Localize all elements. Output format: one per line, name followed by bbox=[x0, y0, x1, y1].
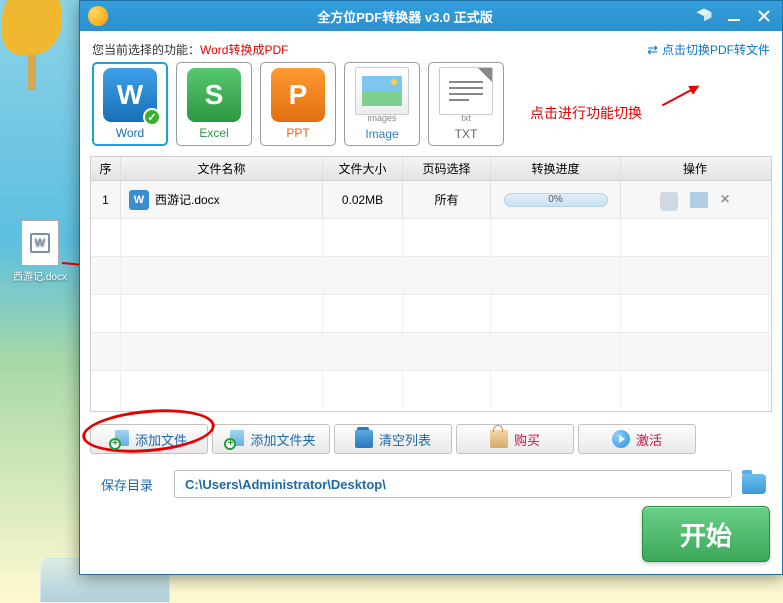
image-icon bbox=[355, 67, 409, 115]
desktop-file-label: 西游记.docx bbox=[10, 268, 70, 283]
minimize-button[interactable] bbox=[724, 6, 744, 26]
format-label: Image bbox=[365, 127, 398, 141]
table-header: 序 文件名称 文件大小 页码选择 转换进度 操作 bbox=[91, 157, 771, 181]
close-button[interactable] bbox=[754, 6, 774, 26]
bag-icon bbox=[490, 430, 508, 448]
check-icon: ✓ bbox=[143, 108, 161, 126]
add-file-button[interactable]: + 添加文件 bbox=[90, 424, 208, 454]
trash-icon bbox=[355, 430, 373, 448]
remove-row-button[interactable]: × bbox=[720, 191, 729, 209]
annotation-text: 点击进行功能切换 bbox=[530, 103, 642, 123]
save-dir-label: 保存目录 bbox=[90, 475, 164, 494]
pin-icon bbox=[695, 7, 713, 25]
switch-mode-link[interactable]: ⇄ 点击切换PDF转文件 bbox=[647, 41, 770, 58]
browse-folder-button[interactable] bbox=[742, 474, 766, 494]
window-title: 全方位PDF转换器 v3.0 正式版 bbox=[116, 7, 694, 26]
activate-button[interactable]: 激活 bbox=[578, 424, 696, 454]
format-label: Word bbox=[116, 126, 144, 140]
table-row-empty bbox=[91, 371, 771, 409]
add-folder-button[interactable]: + 添加文件夹 bbox=[212, 424, 330, 454]
format-card-image[interactable]: imagesImage bbox=[344, 62, 420, 146]
excel-icon: S bbox=[187, 68, 241, 122]
action-button-row: + 添加文件 + 添加文件夹 清空列表 购买 激活 bbox=[80, 412, 782, 458]
activate-icon bbox=[612, 430, 630, 448]
file-table: 序 文件名称 文件大小 页码选择 转换进度 操作 1W西游记.docx0.02M… bbox=[90, 156, 772, 412]
app-window: 全方位PDF转换器 v3.0 正式版 您当前选择的功能：Word转换成PDF ⇄… bbox=[79, 0, 783, 575]
titlebar[interactable]: 全方位PDF转换器 v3.0 正式版 bbox=[80, 1, 782, 31]
minimize-icon bbox=[727, 9, 741, 23]
add-file-icon: + bbox=[111, 430, 129, 448]
format-label: Excel bbox=[199, 126, 228, 140]
desktop-file[interactable]: W 西游记.docx bbox=[10, 220, 70, 283]
word-icon: W bbox=[129, 190, 149, 210]
table-row[interactable]: 1W西游记.docx0.02MB所有0%× bbox=[91, 181, 771, 219]
clear-list-button[interactable]: 清空列表 bbox=[334, 424, 452, 454]
format-card-ppt[interactable]: P PPT bbox=[260, 62, 336, 146]
app-logo-icon bbox=[88, 6, 108, 26]
start-button[interactable]: 开始 bbox=[642, 506, 770, 562]
upload-icon[interactable] bbox=[660, 192, 678, 208]
open-folder-icon[interactable] bbox=[690, 192, 708, 208]
table-row-empty bbox=[91, 333, 771, 371]
swap-icon: ⇄ bbox=[647, 42, 658, 58]
buy-button[interactable]: 购买 bbox=[456, 424, 574, 454]
format-label: PPT bbox=[286, 126, 309, 140]
txt-icon bbox=[439, 67, 493, 115]
close-icon bbox=[757, 9, 771, 23]
pin-button[interactable] bbox=[694, 6, 714, 26]
page-select[interactable]: 所有 bbox=[403, 181, 491, 218]
table-row-empty bbox=[91, 257, 771, 295]
progress-bar: 0% bbox=[504, 193, 608, 207]
table-row-empty bbox=[91, 295, 771, 333]
current-function-label: 您当前选择的功能：Word转换成PDF bbox=[92, 41, 288, 58]
format-card-txt[interactable]: txtTXT bbox=[428, 62, 504, 146]
format-card-excel[interactable]: S Excel bbox=[176, 62, 252, 146]
word-icon: W✓ bbox=[103, 68, 157, 122]
word-doc-icon: W bbox=[21, 220, 59, 266]
format-label: TXT bbox=[455, 127, 478, 141]
desktop-decoration bbox=[10, 0, 65, 100]
table-row-empty bbox=[91, 219, 771, 257]
ppt-icon: P bbox=[271, 68, 325, 122]
save-path-input[interactable]: C:\Users\Administrator\Desktop\ bbox=[174, 470, 732, 498]
add-folder-icon: + bbox=[226, 430, 244, 448]
format-card-word[interactable]: W✓ Word bbox=[92, 62, 168, 146]
